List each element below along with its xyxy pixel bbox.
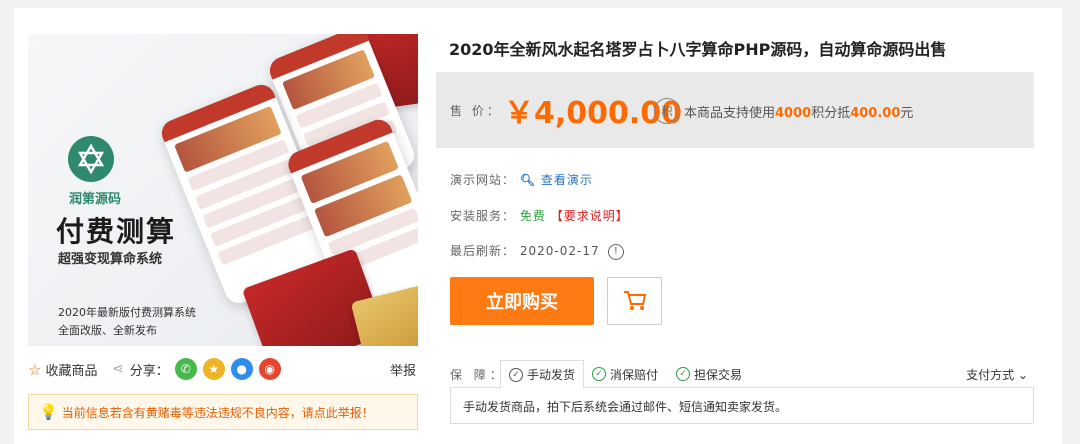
points-suffix: 元: [900, 106, 914, 121]
hero-foot-line1: 2020年最新版付费测算系统: [58, 306, 196, 319]
demo-row: 演示网站： 🔍︎ 查看演示: [450, 171, 593, 188]
lightbulb-icon: 💡: [39, 403, 58, 421]
star-icon: ☆: [28, 360, 42, 379]
payment-method-dropdown[interactable]: 支付方式 ⌄: [966, 366, 1028, 383]
share-label: 分享：: [129, 363, 169, 379]
info-icon[interactable]: !: [608, 243, 625, 260]
refresh-date: 2020-02-17: [519, 244, 600, 258]
cart-icon: [623, 291, 646, 310]
logo-text: 润第源码: [68, 192, 121, 207]
report-warning[interactable]: 💡 当前信息若含有黄赌毒等违法违规不良内容，请点此举报！: [28, 394, 418, 430]
check-icon: ✓: [676, 367, 690, 381]
tab-escrow[interactable]: ✓ 担保交易: [668, 360, 750, 388]
points-prefix: 本商品支持使用: [684, 106, 776, 121]
install-row: 安装服务： 免费 【要求说明】: [450, 207, 629, 224]
report-link[interactable]: 举报: [390, 360, 416, 379]
add-to-cart-button[interactable]: [607, 277, 662, 325]
price-panel: 售 价： ￥4,000.00 积 本商品支持使用4000积分抵400.00元: [436, 72, 1034, 148]
weibo-icon[interactable]: ◉: [258, 358, 281, 380]
chevron-down-icon: ⌄: [1017, 368, 1028, 382]
hero-title: 付费测算: [56, 215, 177, 248]
refresh-row: 最后刷新： 2020-02-17 !: [450, 242, 625, 260]
price-label: 售 价：: [450, 104, 502, 118]
points-icon: 积: [654, 98, 680, 124]
hero-foot-line2: 全面改版、全新发布: [58, 324, 157, 337]
favorite-button[interactable]: ☆ 收藏商品: [28, 360, 98, 380]
favorite-label: 收藏商品: [45, 364, 98, 379]
buy-now-button[interactable]: 立即购买: [450, 277, 594, 325]
tab-consumer-protection[interactable]: ✓ 消保赔付: [584, 360, 666, 388]
hero-subtitle: 超强变现算命系统: [58, 252, 163, 267]
guarantee-label: 保 障：: [450, 368, 506, 382]
payment-method-label: 支付方式: [966, 368, 1015, 382]
share-bar: ⋖ 分享： ✆ ★ ● ◉: [112, 358, 281, 380]
qzone-icon[interactable]: ★: [202, 358, 225, 380]
tab-label: 手动发货: [527, 368, 576, 382]
wechat-icon[interactable]: ✆: [174, 358, 197, 380]
guarantee-tabs: 保 障： ✓ 手动发货 ✓ 消保赔付 ✓ 担保交易 支付方式 ⌄: [450, 360, 1034, 389]
share-icon: ⋖: [112, 361, 124, 377]
install-value: 免费: [519, 209, 546, 223]
guarantee-content: 手动发货商品，拍下后系统会通过邮件、短信通知卖家发货。: [450, 388, 1034, 424]
product-image[interactable]: 润第源码 付费测算 超强变现算命系统 2020年最新版付费测算系统 全面改版、全…: [28, 34, 418, 346]
product-title: 2020年全新风水起名塔罗占卜八字算命PHP源码，自动算命源码出售: [449, 40, 947, 59]
warning-text: 当前信息若含有黄赌毒等违法违规不良内容，请点此举报！: [61, 405, 374, 420]
star-of-david-icon: [77, 143, 105, 175]
search-icon[interactable]: 🔍︎: [520, 173, 536, 187]
tab-label: 消保赔付: [610, 367, 659, 382]
demo-link[interactable]: 查看演示: [541, 173, 593, 187]
points-mid: 积分抵: [811, 106, 851, 121]
qq-icon[interactable]: ●: [230, 358, 253, 380]
points-amount: 4000: [775, 106, 812, 121]
refresh-label: 最后刷新：: [450, 244, 516, 258]
tab-label: 担保交易: [694, 367, 743, 382]
demo-label: 演示网站：: [450, 173, 516, 187]
check-icon: ✓: [509, 367, 523, 382]
tab-manual-delivery[interactable]: ✓ 手动发货: [500, 360, 585, 389]
points-info: 本商品支持使用4000积分抵400.00元: [684, 102, 913, 121]
install-note-link[interactable]: 【要求说明】: [551, 209, 629, 223]
points-value: 400.00: [850, 106, 901, 121]
install-label: 安装服务：: [450, 209, 516, 223]
check-icon: ✓: [592, 367, 606, 381]
